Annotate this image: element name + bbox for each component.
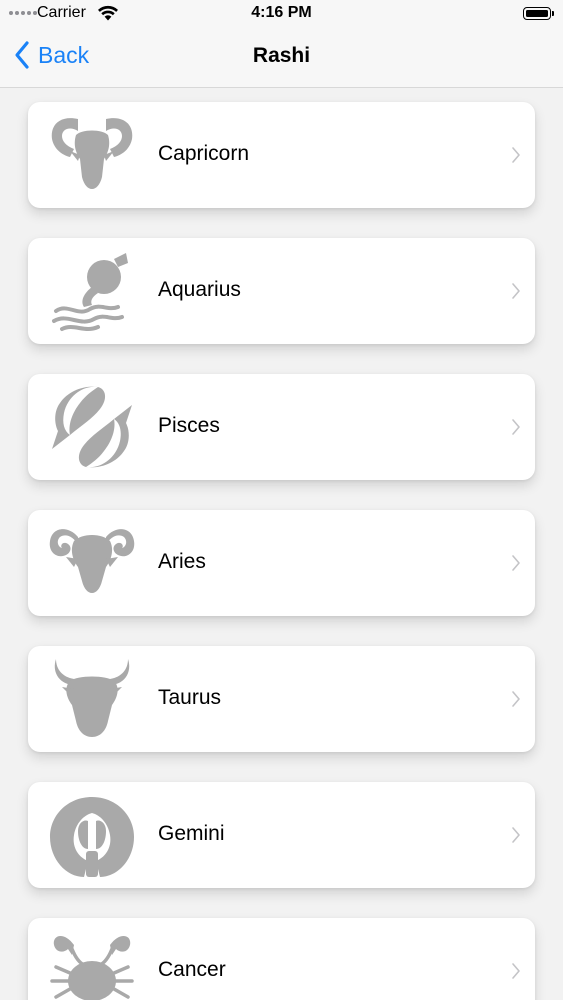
status-time: 4:16 PM [251,4,312,21]
aries-icon [48,519,136,607]
rashi-item-cancer[interactable]: Cancer [28,918,535,1000]
rashi-item-label: Capricorn [158,142,250,165]
navigation-bar: Back Rashi [0,28,563,88]
chevron-right-icon [512,555,520,571]
screen: Carrier 4:16 PM Back Rashi Capricorn Aqu… [0,0,563,1000]
taurus-icon [48,655,136,743]
rashi-item-label: Aquarius [158,278,241,301]
rashi-item-pisces[interactable]: Pisces [28,374,535,480]
page-title: Rashi [252,44,311,67]
cancer-icon [48,927,136,1000]
chevron-right-icon [512,827,520,843]
capricorn-icon [48,111,136,199]
chevron-right-icon [512,963,520,979]
rashi-item-taurus[interactable]: Taurus [28,646,535,752]
rashi-list: Capricorn Aquarius Pisces Aries Taurus G… [0,88,563,1000]
rashi-item-label: Aries [158,550,206,573]
chevron-right-icon [512,419,520,435]
rashi-item-label: Gemini [158,822,225,845]
chevron-right-icon [512,283,520,299]
gemini-icon [48,791,136,879]
status-bar: Carrier 4:16 PM [0,0,563,28]
rashi-item-label: Cancer [158,958,226,981]
chevron-right-icon [512,147,520,163]
battery-icon [523,7,554,20]
rashi-item-aries[interactable]: Aries [28,510,535,616]
rashi-item-gemini[interactable]: Gemini [28,782,535,888]
pisces-icon [48,383,136,471]
aquarius-icon [48,247,136,335]
rashi-item-label: Pisces [158,414,220,437]
rashi-item-capricorn[interactable]: Capricorn [28,102,535,208]
rashi-item-label: Taurus [158,686,222,709]
chevron-right-icon [512,691,520,707]
rashi-item-aquarius[interactable]: Aquarius [28,238,535,344]
